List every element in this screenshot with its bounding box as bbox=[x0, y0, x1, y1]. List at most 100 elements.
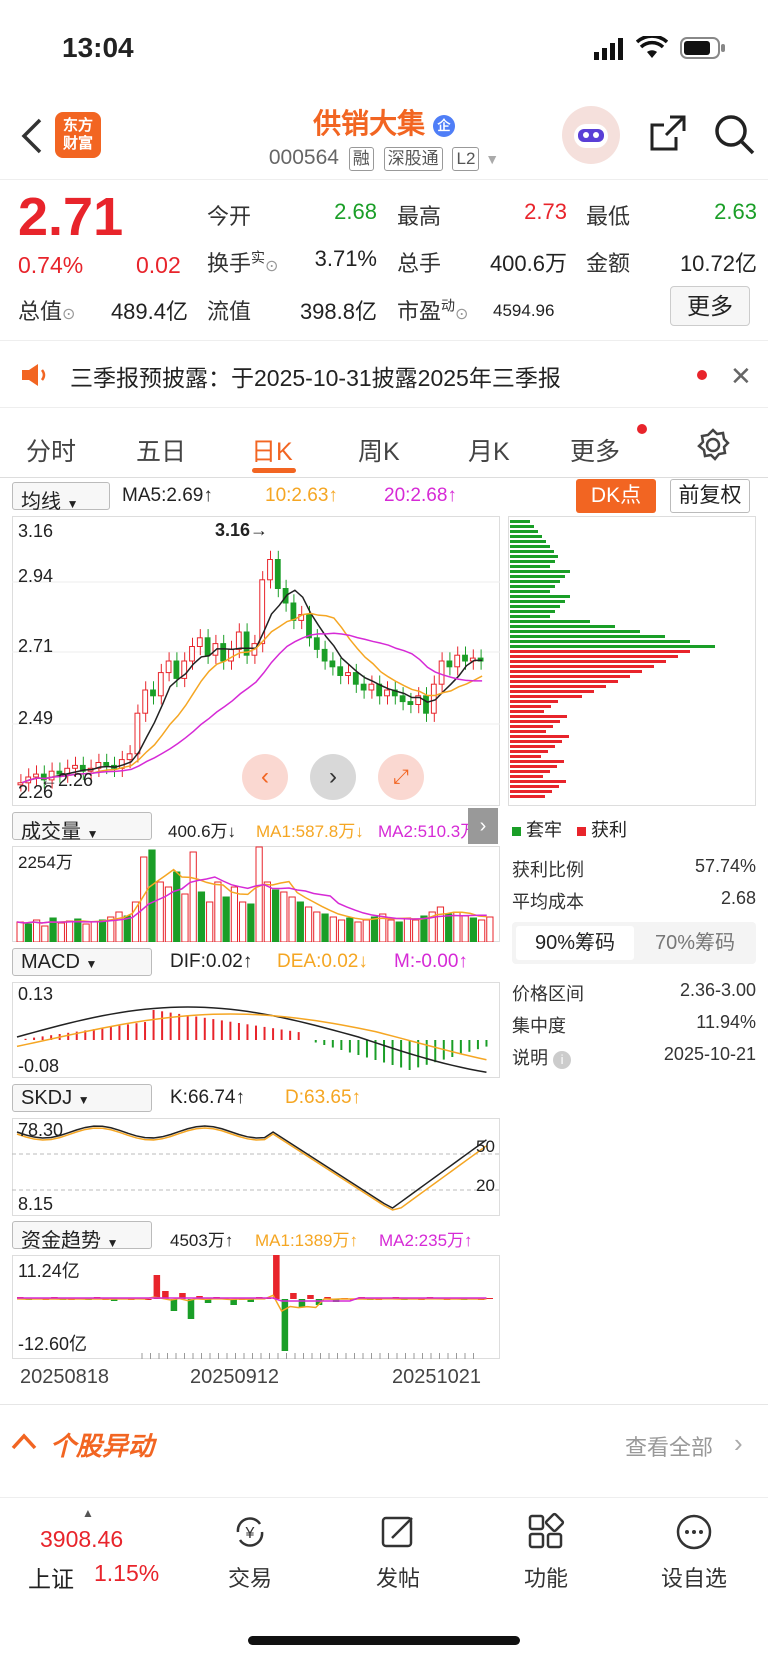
info-icon[interactable]: ⊙ bbox=[265, 258, 278, 275]
grid-icon bbox=[528, 1512, 565, 1549]
candle-body bbox=[399, 695, 406, 703]
chip-bar bbox=[510, 725, 553, 728]
chip-bar bbox=[510, 755, 541, 758]
wifi-icon bbox=[635, 34, 669, 65]
low-label: 最低 bbox=[586, 204, 631, 229]
volume-bar bbox=[436, 906, 445, 942]
volume-value: 400.6万↓ bbox=[168, 822, 237, 841]
volume-bar bbox=[420, 915, 428, 942]
chip-bar bbox=[510, 560, 555, 563]
low-mark-label: ←2.26 bbox=[40, 770, 94, 790]
chip-bar bbox=[510, 545, 550, 548]
macd-indicator-select[interactable]: MACD ▼ bbox=[12, 948, 152, 976]
fund-bar bbox=[290, 1293, 297, 1299]
info-icon[interactable]: ⊙ bbox=[455, 306, 468, 323]
search-icon[interactable] bbox=[712, 112, 756, 161]
fund-bar bbox=[486, 1298, 493, 1299]
y-label-top: 3.16 bbox=[18, 521, 54, 541]
candle-body bbox=[103, 762, 110, 766]
volume-bar bbox=[362, 919, 370, 942]
macd-indicator-label: MACD bbox=[21, 951, 80, 973]
chart-nav-next-icon[interactable]: › bbox=[310, 754, 356, 800]
candle-body bbox=[360, 683, 367, 691]
index-value[interactable]: 3908.46 bbox=[40, 1526, 123, 1553]
status-time: 13:04 bbox=[62, 32, 134, 63]
chip-bar bbox=[510, 590, 550, 593]
open-value: 2.68 bbox=[334, 199, 377, 224]
chip-bar bbox=[510, 585, 555, 588]
volume-bar bbox=[346, 917, 354, 942]
macd-dea-line bbox=[16, 1013, 487, 1061]
turnover-sup: 实 bbox=[251, 249, 266, 266]
volume-bar bbox=[230, 886, 239, 942]
trade-button[interactable]: ¥ 交易 bbox=[190, 1512, 310, 1593]
macd-m: M:-0.00↑ bbox=[394, 951, 468, 972]
chevron-right-icon: › bbox=[734, 1428, 743, 1458]
tab-5day[interactable]: 五日 bbox=[136, 432, 186, 468]
candle-body bbox=[384, 689, 390, 697]
tab-intraday[interactable]: 分时 bbox=[26, 432, 76, 468]
functions-button[interactable]: 功能 bbox=[486, 1512, 606, 1593]
mktcap-label: 总值⊙ bbox=[18, 294, 75, 326]
high-label: 最高 bbox=[397, 204, 442, 229]
note-label[interactable]: 说明 i bbox=[512, 1044, 572, 1070]
close-icon[interactable]: ✕ bbox=[730, 361, 752, 392]
skdj-line50-label: 50 bbox=[476, 1137, 495, 1156]
dk-point-button[interactable]: DK点 bbox=[576, 479, 656, 513]
chart-nav-prev-icon[interactable]: ‹ bbox=[242, 754, 288, 800]
fund-indicator-select[interactable]: 资金趋势 ▼ bbox=[12, 1221, 152, 1252]
candle-body bbox=[423, 695, 429, 714]
chip-bar bbox=[510, 710, 544, 713]
chip-bar bbox=[510, 690, 594, 693]
post-button[interactable]: 发帖 bbox=[338, 1512, 458, 1593]
stock-name-text: 供销大集 bbox=[313, 108, 426, 139]
notice-bar[interactable]: 三季报预披露：于2025-10-31披露2025年三季报 ✕ bbox=[0, 340, 768, 408]
chart-expand-icon[interactable]: › bbox=[468, 808, 498, 844]
macd-chart bbox=[12, 982, 500, 1078]
candle-body bbox=[352, 672, 359, 685]
candle-body bbox=[150, 689, 156, 697]
fund-top-label: 11.24亿 bbox=[18, 1261, 80, 1281]
adjust-button[interactable]: 前复权 bbox=[670, 479, 750, 513]
tab-daily[interactable]: 日K bbox=[251, 432, 293, 468]
turnover-label: 换手实⊙ bbox=[207, 246, 278, 278]
skdj-indicator-select[interactable]: SKDJ ▼ bbox=[12, 1084, 152, 1112]
tab-weekly[interactable]: 周K bbox=[358, 432, 400, 468]
share-icon[interactable] bbox=[648, 113, 688, 158]
candle-body bbox=[204, 637, 211, 656]
more-button[interactable]: 更多 bbox=[670, 286, 750, 326]
volume-bar bbox=[255, 846, 263, 942]
add-watchlist-button[interactable]: 设自选 bbox=[634, 1512, 754, 1593]
candle-body bbox=[235, 631, 242, 650]
candle-body bbox=[157, 672, 164, 697]
volume-indicator-select[interactable]: 成交量 ▼ bbox=[12, 812, 152, 843]
movement-header[interactable]: 个股异动 查看全部 › bbox=[0, 1408, 768, 1478]
fund-bar bbox=[153, 1275, 161, 1299]
chip-bar bbox=[510, 785, 559, 788]
note-label-text: 说明 bbox=[512, 1048, 548, 1068]
ma5-value: MA5:2.69↑ bbox=[122, 485, 213, 506]
chip-bar bbox=[510, 770, 550, 773]
robot-avatar-icon[interactable] bbox=[562, 106, 620, 164]
chevron-down-icon: ▼ bbox=[77, 1093, 90, 1107]
chip-bar bbox=[510, 740, 562, 743]
chip-bar bbox=[510, 530, 538, 533]
tab-more[interactable]: 更多 bbox=[570, 432, 620, 468]
settings-icon[interactable] bbox=[696, 428, 730, 467]
skdj-chart bbox=[12, 1118, 500, 1216]
info-icon[interactable]: ⊙ bbox=[62, 306, 75, 323]
tab-chip-70[interactable]: 70%筹码 bbox=[636, 926, 754, 960]
fullscreen-icon[interactable]: ⤢ bbox=[378, 754, 424, 800]
volume-bar bbox=[16, 921, 24, 942]
chip-distribution-chart bbox=[508, 516, 756, 806]
tab-chip-90[interactable]: 90%筹码 bbox=[516, 926, 634, 960]
view-all-link[interactable]: 查看全部 bbox=[625, 1430, 713, 1462]
chip-bar bbox=[510, 675, 630, 678]
ma-indicator-select[interactable]: 均线 ▼ bbox=[12, 482, 110, 513]
chip-bar bbox=[510, 570, 570, 573]
period-tabs: 分时 五日 日K 周K 月K 更多 bbox=[0, 410, 768, 478]
fund-bar bbox=[170, 1299, 178, 1311]
chip-bar bbox=[510, 600, 565, 603]
price-range-label: 价格区间 bbox=[512, 984, 584, 1004]
tab-monthly[interactable]: 月K bbox=[468, 432, 510, 468]
